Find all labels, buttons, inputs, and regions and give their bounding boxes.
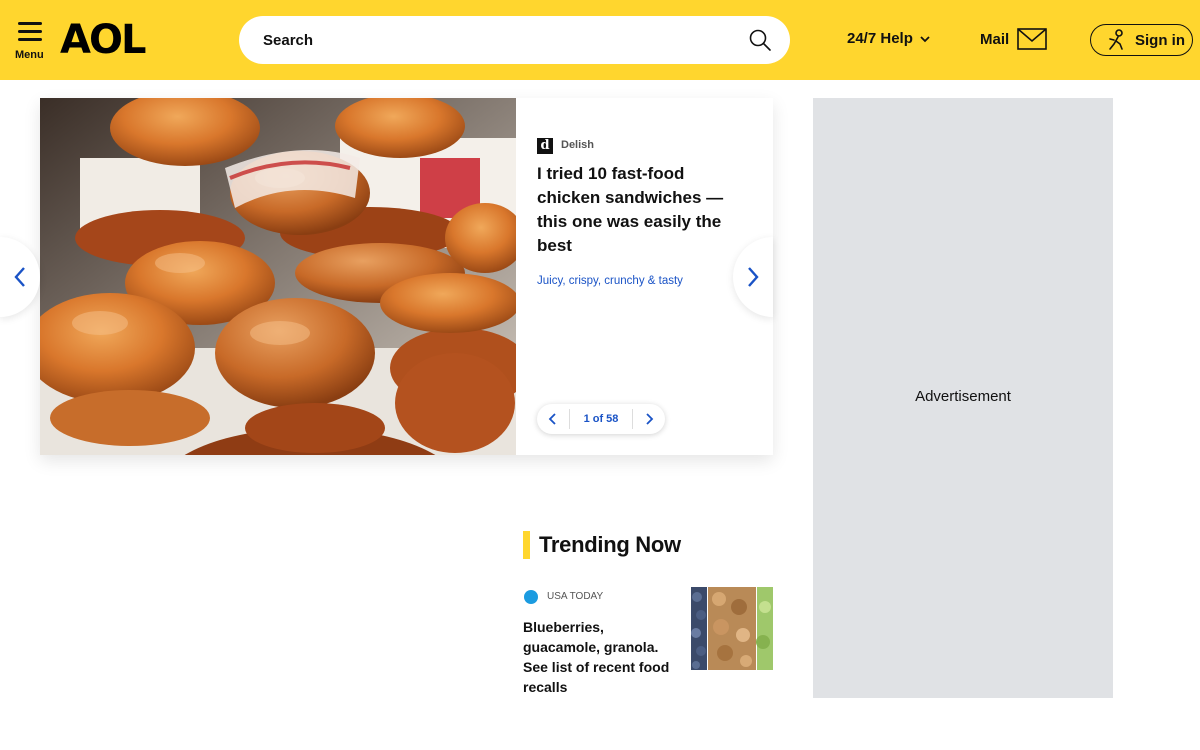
delish-logo-icon: d: [537, 138, 553, 154]
menu-button[interactable]: Menu: [14, 22, 48, 62]
pager-count: 1 of 58: [569, 409, 633, 429]
chevron-left-icon: [548, 413, 556, 425]
top-header: Menu AOL 24/7 Help Mail Sign in: [0, 0, 1200, 80]
hero-headline[interactable]: I tried 10 fast-food chicken sandwiches …: [537, 162, 737, 258]
chevron-right-icon: [646, 413, 654, 425]
hamburger-icon: [14, 22, 48, 41]
mail-link[interactable]: Mail: [980, 28, 1047, 50]
food-collage-image: [691, 587, 773, 670]
chicken-sandwiches-photo: [40, 98, 516, 455]
menu-label: Menu: [15, 49, 44, 61]
user-icon: [1109, 29, 1123, 50]
hero-source-name: Delish: [561, 139, 595, 151]
sign-in-label: Sign in: [1135, 31, 1185, 49]
carousel-prev-button[interactable]: [0, 237, 40, 317]
chevron-right-icon: [748, 267, 759, 287]
pager-prev-button[interactable]: [537, 404, 569, 434]
trending-thumbnail[interactable]: [691, 587, 773, 670]
chevron-down-icon: [920, 35, 930, 42]
trending-headline[interactable]: Blueberries, guacamole, granola. See lis…: [523, 617, 683, 697]
help-dropdown[interactable]: 24/7 Help: [847, 30, 931, 47]
hero-subhead-link[interactable]: Juicy, crispy, crunchy & tasty: [537, 275, 683, 287]
search-input[interactable]: [263, 16, 743, 64]
chevron-left-icon: [14, 267, 25, 287]
hero-image[interactable]: [40, 98, 516, 455]
advertisement-label: Advertisement: [915, 388, 1011, 405]
advertisement-slot[interactable]: Advertisement: [813, 98, 1113, 698]
mail-icon: [1017, 28, 1047, 50]
carousel-pager: 1 of 58: [537, 404, 665, 434]
usa-today-logo-icon: [524, 590, 538, 604]
hero-carousel-card: d Delish I tried 10 fast-food chicken sa…: [40, 98, 773, 455]
search-bar: [239, 16, 790, 64]
sign-in-button[interactable]: Sign in: [1090, 24, 1193, 56]
aol-logo[interactable]: AOL: [60, 16, 146, 64]
trending-source-name: USA TODAY: [547, 591, 604, 602]
help-label: 24/7 Help: [847, 30, 913, 47]
pager-next-button[interactable]: [633, 404, 665, 434]
mail-label: Mail: [980, 30, 1010, 48]
trending-title: Trending Now: [539, 532, 681, 557]
search-icon[interactable]: [748, 28, 772, 52]
trending-accent-bar: [523, 531, 530, 559]
